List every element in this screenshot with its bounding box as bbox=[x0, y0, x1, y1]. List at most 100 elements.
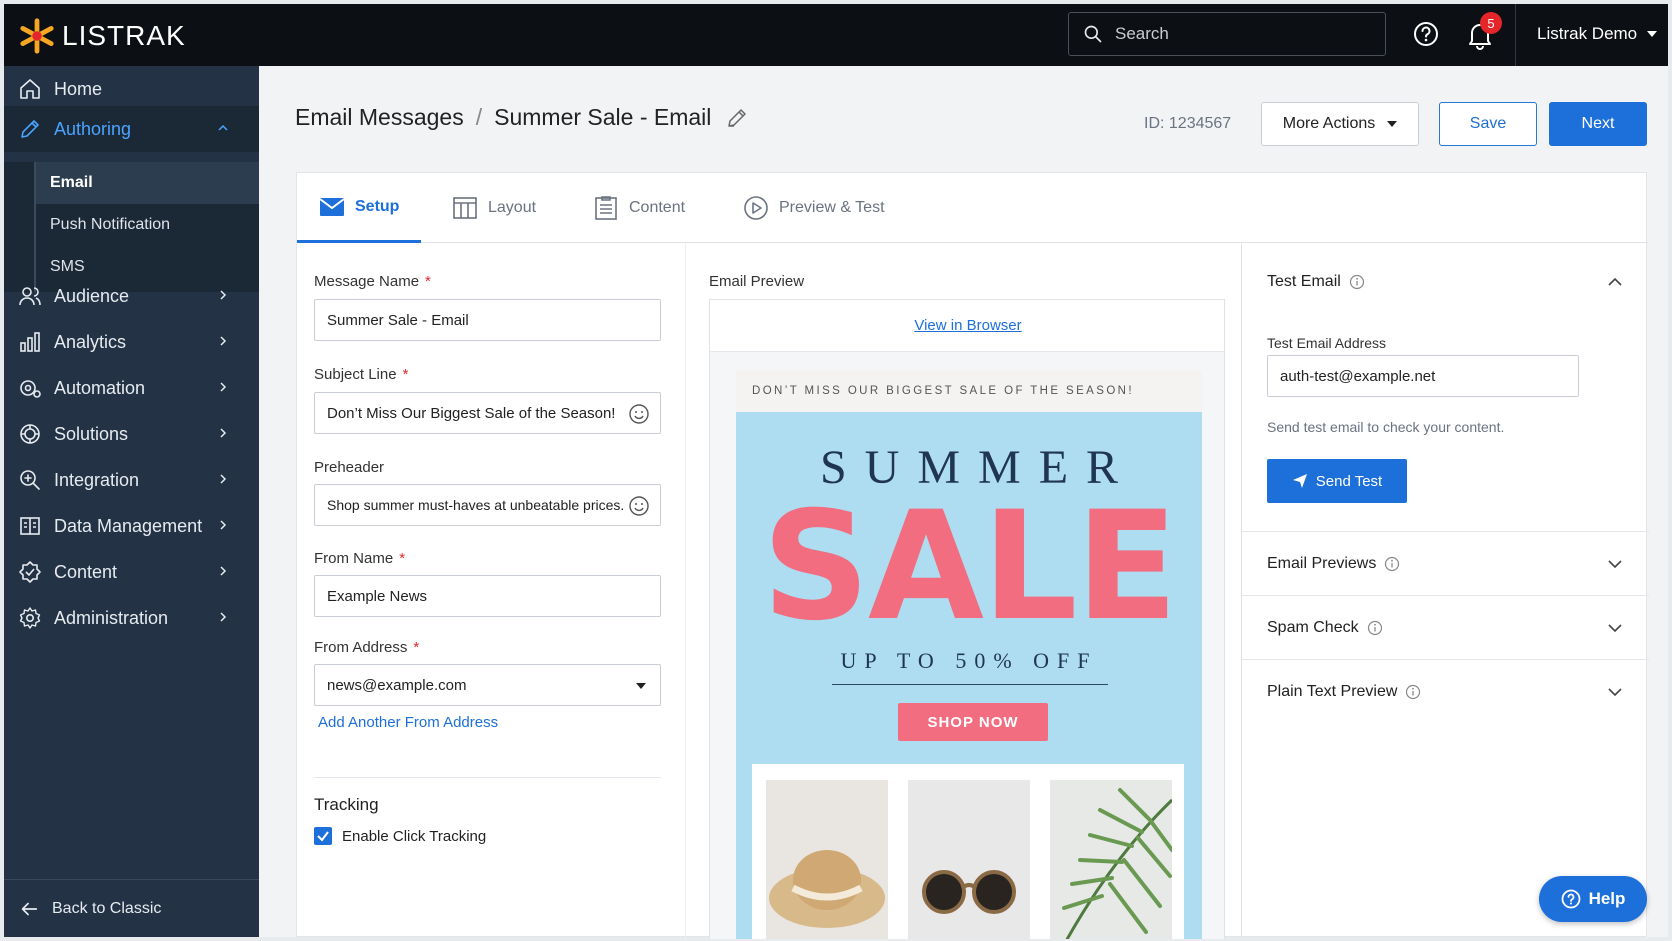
sidebar-item-data-management[interactable]: Data Management bbox=[4, 503, 259, 549]
plain-text-preview-header[interactable]: Plain Text Preview bbox=[1267, 683, 1421, 701]
user-name: Listrak Demo bbox=[1537, 24, 1638, 43]
layout-icon bbox=[453, 197, 477, 219]
info-icon[interactable] bbox=[1384, 556, 1400, 572]
from-address-select[interactable]: news@example.com bbox=[314, 664, 661, 706]
required-mark: * bbox=[402, 366, 409, 383]
chevron-right-icon bbox=[220, 474, 227, 484]
edit-pencil-icon[interactable] bbox=[725, 106, 749, 130]
view-in-browser-link[interactable]: View in Browser bbox=[914, 317, 1021, 334]
message-id: ID: 1234567 bbox=[1144, 115, 1232, 132]
sidebar-item-administration[interactable]: Administration bbox=[4, 595, 259, 641]
document-icon bbox=[595, 196, 617, 220]
emoji-icon[interactable] bbox=[628, 495, 650, 517]
section-title: Email Previews bbox=[1267, 555, 1377, 572]
chevron-down-icon[interactable] bbox=[1606, 683, 1624, 701]
sidebar-item-analytics[interactable]: Analytics bbox=[4, 319, 259, 365]
section-divider bbox=[314, 777, 661, 778]
info-icon[interactable] bbox=[1367, 620, 1383, 636]
email-preview-frame: View in Browser DON’T MISS OUR BIGGEST S… bbox=[709, 299, 1225, 939]
accordion-divider bbox=[1242, 595, 1649, 596]
listrak-logo[interactable]: LISTRAK bbox=[18, 16, 186, 56]
message-name-input[interactable]: Summer Sale - Email bbox=[314, 299, 661, 341]
sidebar-item-solutions[interactable]: Solutions bbox=[4, 411, 259, 457]
email-previews-header[interactable]: Email Previews bbox=[1267, 555, 1400, 573]
tab-content[interactable]: Content bbox=[593, 173, 685, 243]
sidebar-item-audience[interactable]: Audience bbox=[4, 273, 259, 319]
gear-icon bbox=[19, 607, 41, 629]
breadcrumb-separator: / bbox=[475, 104, 483, 130]
sidebar-item-label: Analytics bbox=[54, 331, 127, 352]
from-name-input[interactable]: Example News bbox=[314, 575, 661, 617]
sidebar-item-label: Solutions bbox=[54, 423, 129, 444]
sidebar-item-integration[interactable]: Integration bbox=[4, 457, 259, 503]
search-icon bbox=[1084, 25, 1102, 43]
tab-bar: Setup Layout Content Preview & Test bbox=[297, 173, 1648, 243]
arrow-left-icon bbox=[21, 902, 38, 915]
search-placeholder: Search bbox=[1115, 24, 1169, 43]
data-management-icon bbox=[20, 517, 40, 535]
chevron-down-icon[interactable] bbox=[1606, 555, 1624, 573]
play-circle-icon bbox=[744, 196, 768, 220]
subject-line-input[interactable]: Don’t Miss Our Biggest Sale of the Seaso… bbox=[314, 392, 661, 434]
sidebar-subitem-push-notification[interactable]: Push Notification bbox=[36, 204, 259, 246]
sidebar-item-label: Integration bbox=[54, 469, 140, 490]
integration-icon bbox=[20, 470, 40, 490]
next-button[interactable]: Next bbox=[1549, 102, 1647, 146]
send-test-button[interactable]: Send Test bbox=[1267, 459, 1407, 503]
help-circle-icon[interactable] bbox=[1412, 20, 1440, 48]
sidebar-item-content[interactable]: Content bbox=[4, 549, 259, 595]
logo-text: LISTRAK bbox=[62, 20, 186, 51]
chevron-up-icon bbox=[218, 124, 228, 131]
info-icon[interactable] bbox=[1405, 684, 1421, 700]
sidebar-item-automation[interactable]: Automation bbox=[4, 365, 259, 411]
column-divider bbox=[685, 243, 686, 938]
notification-badge: 5 bbox=[1480, 12, 1502, 34]
sidebar-subitem-email[interactable]: Email bbox=[36, 162, 259, 204]
product-image-straw-hat[interactable] bbox=[766, 780, 888, 939]
save-button[interactable]: Save bbox=[1439, 102, 1537, 146]
search-input[interactable]: Search bbox=[1068, 12, 1386, 56]
sidebar-subitem-label: Email bbox=[50, 174, 93, 191]
tab-setup[interactable]: Setup bbox=[297, 173, 421, 243]
tab-preview-test[interactable]: Preview & Test bbox=[743, 173, 885, 243]
test-email-address-input[interactable]: auth-test@example.net bbox=[1267, 355, 1579, 397]
email-preheader-banner: DON’T MISS OUR BIGGEST SALE OF THE SEASO… bbox=[736, 370, 1202, 412]
pencil-icon bbox=[21, 120, 39, 138]
breadcrumb-root[interactable]: Email Messages bbox=[295, 104, 464, 131]
chevron-up-icon[interactable] bbox=[1606, 273, 1624, 291]
sidebar-item-label: Authoring bbox=[54, 118, 132, 139]
preheader-input[interactable]: Shop summer must-haves at unbeatable pri… bbox=[314, 484, 661, 526]
required-mark: * bbox=[399, 550, 406, 567]
chevron-right-icon bbox=[220, 566, 227, 576]
tab-layout[interactable]: Layout bbox=[452, 173, 536, 243]
chevron-down-icon bbox=[1387, 121, 1398, 127]
product-image-sunglasses[interactable] bbox=[908, 780, 1030, 939]
chevron-right-icon bbox=[220, 382, 227, 392]
test-email-header[interactable]: Test Email bbox=[1267, 273, 1365, 291]
shop-now-button[interactable]: SHOP NOW bbox=[898, 703, 1048, 741]
sidebar-item-label: Content bbox=[54, 561, 118, 582]
product-image-palm-leaf[interactable] bbox=[1050, 780, 1172, 939]
add-from-address-link[interactable]: Add Another From Address bbox=[318, 714, 498, 731]
sidebar-item-authoring[interactable]: Authoring bbox=[4, 106, 259, 152]
info-icon[interactable] bbox=[1349, 274, 1365, 290]
help-button[interactable]: Help bbox=[1539, 876, 1647, 922]
chevron-down-icon[interactable] bbox=[1606, 619, 1624, 637]
back-to-classic-label: Back to Classic bbox=[52, 899, 162, 917]
user-menu[interactable]: Listrak Demo bbox=[1537, 24, 1658, 44]
more-actions-button[interactable]: More Actions bbox=[1261, 102, 1419, 146]
tab-label: Setup bbox=[355, 197, 400, 215]
back-to-classic-link[interactable]: Back to Classic bbox=[4, 879, 259, 937]
checkbox-checked[interactable] bbox=[314, 827, 332, 845]
emoji-icon[interactable] bbox=[628, 403, 650, 425]
page-title: Summer Sale - Email bbox=[494, 104, 712, 130]
tab-label: Content bbox=[629, 199, 686, 216]
spam-check-header[interactable]: Spam Check bbox=[1267, 619, 1383, 637]
paper-plane-icon bbox=[1292, 474, 1307, 488]
chevron-right-icon bbox=[220, 612, 227, 622]
input-value: Don’t Miss Our Biggest Sale of the Seaso… bbox=[327, 404, 616, 422]
email-hero: SUMMER SALE UP TO 50% OFF SHOP NOW bbox=[736, 412, 1202, 939]
sidebar-subitem-label: Push Notification bbox=[50, 216, 171, 233]
input-value: Example News bbox=[327, 587, 428, 605]
click-tracking-checkbox[interactable]: Enable Click Tracking bbox=[314, 827, 486, 845]
